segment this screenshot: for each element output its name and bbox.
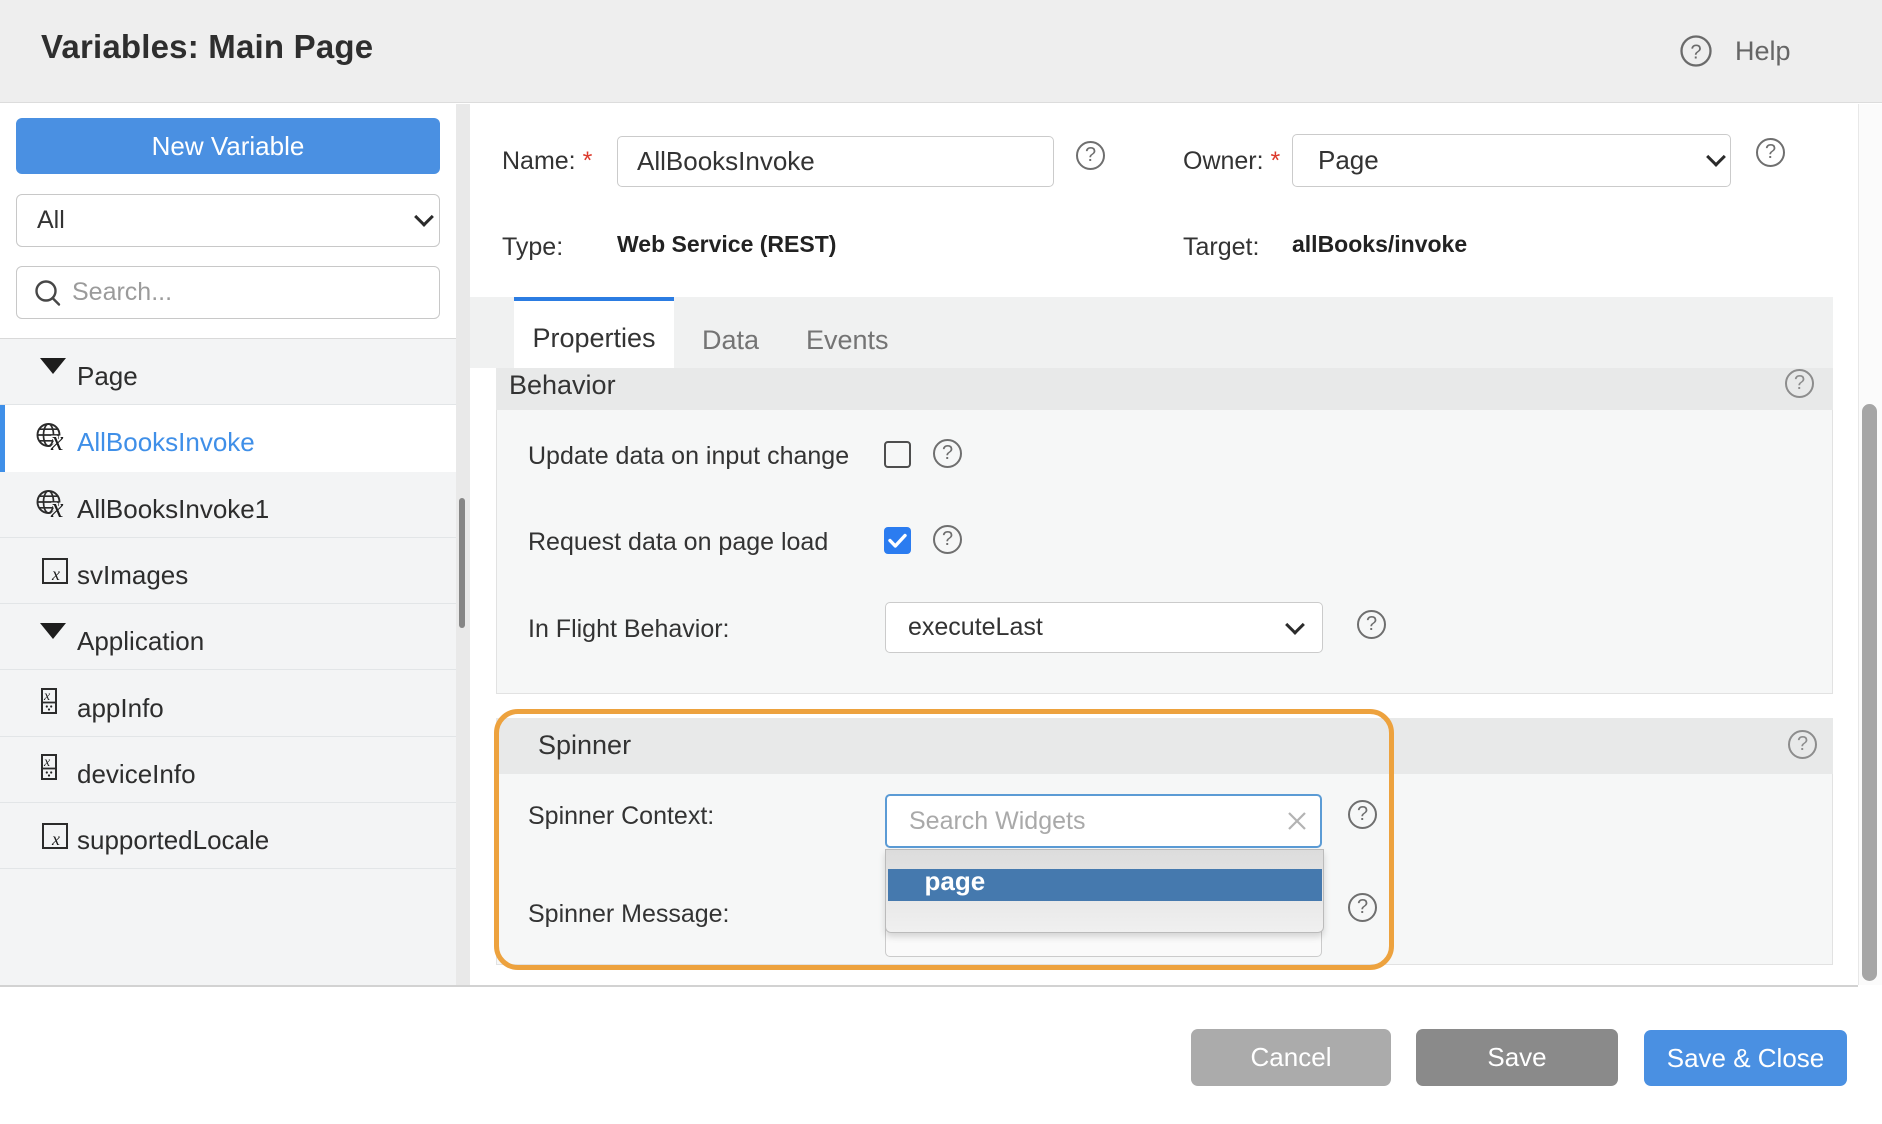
svg-text:x: x [51, 564, 60, 584]
svg-text:?: ? [1690, 42, 1701, 64]
svg-text:x: x [50, 426, 64, 456]
svg-text:x: x [50, 493, 64, 523]
svg-text:x: x [43, 755, 51, 770]
svg-text:x: x [51, 829, 60, 849]
svg-text:x: x [43, 689, 51, 704]
